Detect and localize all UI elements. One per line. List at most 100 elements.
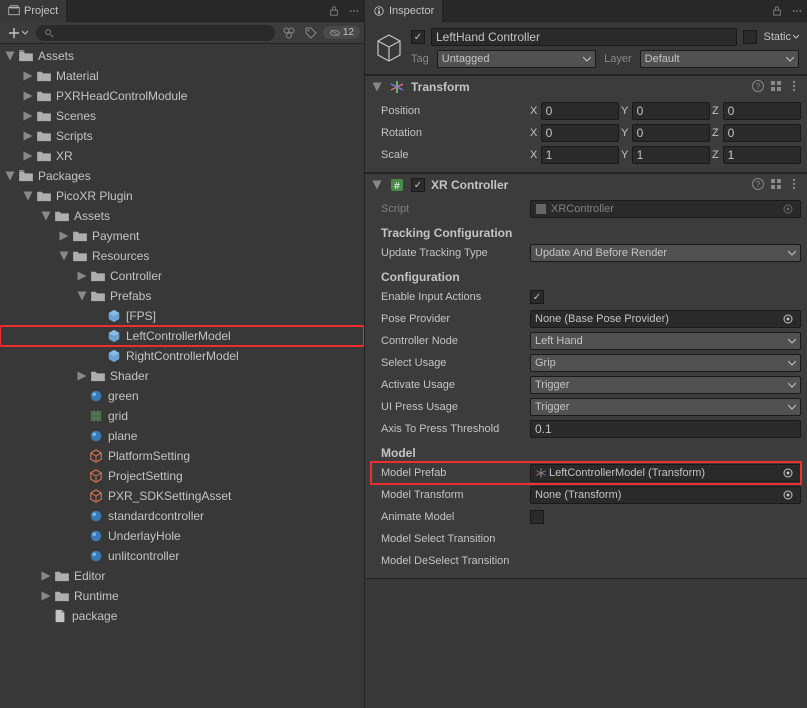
tree-row-underlay[interactable]: UnderlayHole [0, 526, 364, 546]
tree-row-sdksetting[interactable]: PXR_SDKSettingAsset [0, 486, 364, 506]
tree-row-picoxr-assets[interactable]: Assets [0, 206, 364, 226]
foldout-icon[interactable] [4, 50, 16, 62]
project-tree[interactable]: Assets Material PXRHeadControlModule Sce… [0, 44, 364, 708]
foldout-icon[interactable] [40, 590, 52, 602]
foldout-icon[interactable] [4, 170, 16, 182]
tree-row-plane[interactable]: plane [0, 426, 364, 446]
prefab-icon [106, 328, 122, 344]
foldout-icon[interactable] [76, 370, 88, 382]
object-picker-icon[interactable] [780, 467, 796, 479]
update-tracking-dropdown[interactable]: Update And Before Render [530, 244, 801, 262]
context-menu-icon[interactable] [345, 2, 363, 20]
tree-row-stdcontroller[interactable]: standardcontroller [0, 506, 364, 526]
tag-dropdown[interactable]: Untagged [437, 50, 596, 68]
tree-row-scenes[interactable]: Scenes [0, 106, 364, 126]
tree-row-editor[interactable]: Editor [0, 566, 364, 586]
tree-row-prefabs[interactable]: Prefabs [0, 286, 364, 306]
position-x-input[interactable] [541, 102, 619, 120]
axis-threshold-input[interactable] [530, 420, 801, 438]
tree-row-xr[interactable]: XR [0, 146, 364, 166]
position-z-input[interactable] [723, 102, 801, 120]
scale-y-input[interactable] [632, 146, 710, 164]
rotation-y-input[interactable] [632, 124, 710, 142]
model-prefab-field[interactable]: LeftControllerModel (Transform) [530, 464, 801, 482]
component-enabled-checkbox[interactable] [411, 178, 425, 192]
tree-row-leftcontroller[interactable]: LeftControllerModel [0, 326, 364, 346]
object-picker-icon[interactable] [780, 489, 796, 501]
foldout-icon[interactable] [58, 230, 70, 242]
activate-usage-dropdown[interactable]: Trigger [530, 376, 801, 394]
foldout-icon[interactable] [22, 70, 34, 82]
tree-row-unlit[interactable]: unlitcontroller [0, 546, 364, 566]
tree-row-picoxr[interactable]: PicoXR Plugin [0, 186, 364, 206]
select-usage-dropdown[interactable]: Grip [530, 354, 801, 372]
foldout-icon[interactable] [22, 150, 34, 162]
filter-by-label-icon[interactable] [302, 24, 320, 42]
pose-provider-field[interactable]: None (Base Pose Provider) [530, 310, 801, 328]
foldout-icon[interactable] [58, 250, 70, 262]
context-menu-icon[interactable] [787, 79, 801, 96]
project-tab[interactable]: Project [0, 0, 67, 22]
tree-row-scripts[interactable]: Scripts [0, 126, 364, 146]
animate-model-checkbox[interactable] [530, 510, 544, 524]
scale-z-input[interactable] [723, 146, 801, 164]
tree-row-projectsetting[interactable]: ProjectSetting [0, 466, 364, 486]
foldout-icon[interactable] [76, 270, 88, 282]
tree-row-packages[interactable]: Packages [0, 166, 364, 186]
gameobject-active-checkbox[interactable] [411, 30, 425, 44]
lock-icon[interactable] [768, 2, 786, 20]
foldout-icon[interactable] [76, 290, 88, 302]
tree-row-runtime[interactable]: Runtime [0, 586, 364, 606]
tree-row-shader[interactable]: Shader [0, 366, 364, 386]
enable-input-checkbox[interactable] [530, 290, 544, 304]
static-checkbox[interactable] [743, 30, 757, 44]
tree-row-payment[interactable]: Payment [0, 226, 364, 246]
hidden-badge[interactable]: 12 [323, 26, 360, 39]
help-icon[interactable]: ? [751, 79, 765, 96]
foldout-icon[interactable] [40, 570, 52, 582]
model-select-transition-label: Model Select Transition [371, 533, 526, 545]
tree-row-material[interactable]: Material [0, 66, 364, 86]
context-menu-icon[interactable] [787, 177, 801, 194]
tree-row-platformsetting[interactable]: PlatformSetting [0, 446, 364, 466]
model-transform-field[interactable]: None (Transform) [530, 486, 801, 504]
layer-dropdown[interactable]: Default [640, 50, 799, 68]
foldout-icon[interactable] [22, 90, 34, 102]
preset-icon[interactable] [769, 177, 783, 194]
gameobject-name-input[interactable] [431, 28, 737, 46]
add-button[interactable] [4, 27, 32, 39]
inspector-tab[interactable]: Inspector [365, 0, 443, 22]
lock-icon[interactable] [325, 2, 343, 20]
foldout-icon[interactable] [371, 179, 383, 191]
controller-node-dropdown[interactable]: Left Hand [530, 332, 801, 350]
context-menu-icon[interactable] [788, 2, 806, 20]
scale-x-input[interactable] [541, 146, 619, 164]
tree-row-package[interactable]: package [0, 606, 364, 626]
tree-row-pxr[interactable]: PXRHeadControlModule [0, 86, 364, 106]
position-y-input[interactable] [632, 102, 710, 120]
search-input[interactable] [36, 25, 275, 41]
preset-icon[interactable] [769, 79, 783, 96]
tree-row-assets[interactable]: Assets [0, 46, 364, 66]
folder-icon [18, 48, 34, 64]
tree-row-grid[interactable]: grid [0, 406, 364, 426]
xrcontroller-header[interactable]: # XR Controller ? [365, 174, 807, 196]
transform-header[interactable]: Transform ? [365, 76, 807, 98]
tree-row-fps[interactable]: [FPS] [0, 306, 364, 326]
tree-row-controller[interactable]: Controller [0, 266, 364, 286]
gameobject-icon [373, 32, 405, 64]
object-picker-icon[interactable] [780, 313, 796, 325]
rotation-x-input[interactable] [541, 124, 619, 142]
foldout-icon[interactable] [22, 190, 34, 202]
tree-row-resources[interactable]: Resources [0, 246, 364, 266]
foldout-icon[interactable] [371, 81, 383, 93]
foldout-icon[interactable] [22, 130, 34, 142]
ui-press-dropdown[interactable]: Trigger [530, 398, 801, 416]
tree-row-green[interactable]: green [0, 386, 364, 406]
foldout-icon[interactable] [22, 110, 34, 122]
help-icon[interactable]: ? [751, 177, 765, 194]
filter-by-type-icon[interactable] [280, 24, 298, 42]
foldout-icon[interactable] [40, 210, 52, 222]
tree-row-rightcontroller[interactable]: RightControllerModel [0, 346, 364, 366]
rotation-z-input[interactable] [723, 124, 801, 142]
